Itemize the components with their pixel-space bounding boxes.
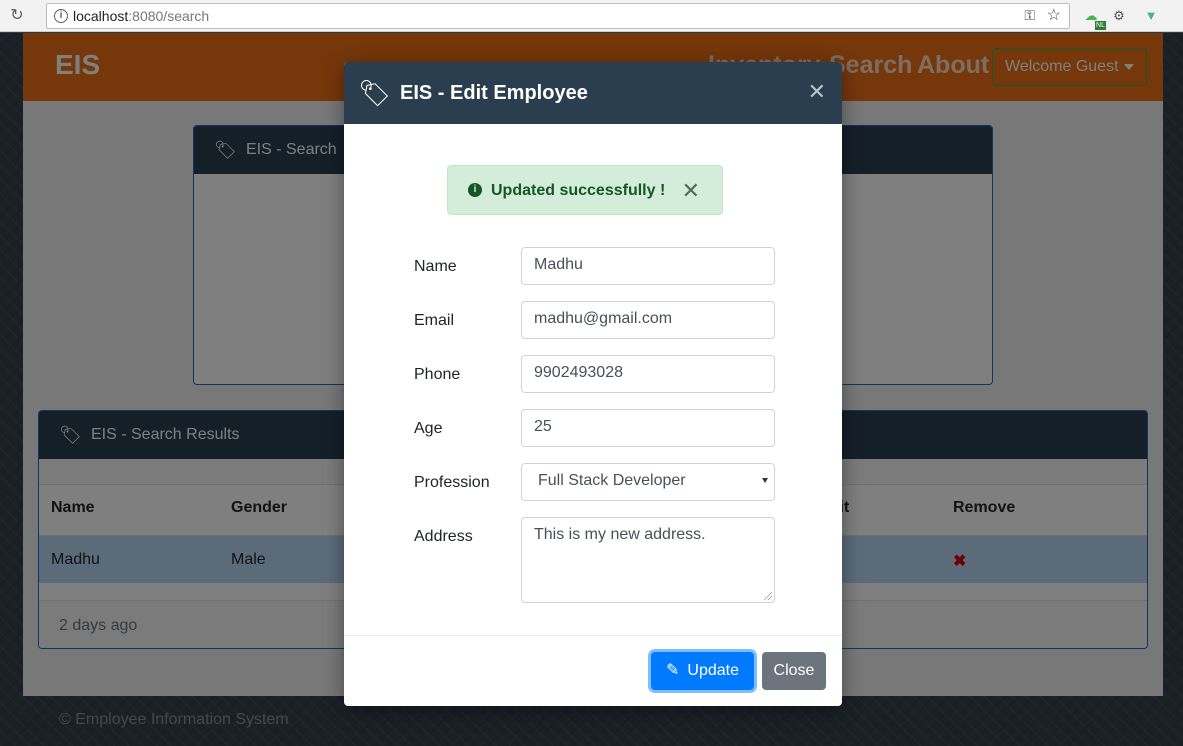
modal-header: 🏷 EIS - Edit Employee ✕	[344, 62, 842, 124]
profession-select[interactable]: Full Stack Developer	[521, 463, 775, 501]
edit-icon: ✎	[666, 662, 680, 679]
info-icon[interactable]: i	[54, 9, 68, 23]
edit-employee-modal: 🏷 EIS - Edit Employee ✕ i Updated succes…	[344, 62, 842, 706]
update-button[interactable]: ✎ Update	[651, 652, 754, 690]
age-label: Age	[414, 420, 443, 437]
success-alert: i Updated successfully ! ✕	[447, 165, 723, 215]
browser-toolbar: ↻ i localhost:8080/search ⚿ ☆ ☁ NL ⚙ ▼	[0, 0, 1183, 32]
profession-selected: Full Stack Developer	[538, 472, 686, 489]
phone-label: Phone	[414, 366, 461, 383]
alert-dismiss-icon[interactable]: ✕	[682, 180, 700, 202]
vue-devtools-icon[interactable]: ▼	[1140, 5, 1162, 27]
modal-footer: ✎ Update Close	[344, 635, 842, 706]
address-text: This is my new address.	[534, 526, 706, 543]
select-arrow-icon	[762, 478, 768, 483]
phone-field[interactable]: 9902493028	[521, 355, 775, 393]
address-bar[interactable]: i localhost:8080/search ⚿ ☆	[46, 3, 1070, 29]
extension-icon[interactable]: ☁ NL	[1080, 5, 1106, 30]
tags-icon: 🏷	[358, 78, 392, 108]
bookmark-star-icon[interactable]: ☆	[1047, 5, 1061, 25]
address-label: Address	[414, 528, 473, 545]
extension-icon-2[interactable]: ⚙	[1108, 5, 1130, 27]
resize-grip-icon[interactable]	[764, 592, 772, 600]
key-icon[interactable]: ⚿	[1024, 7, 1035, 24]
alert-message: Updated successfully !	[491, 182, 666, 199]
email-field[interactable]: madhu@gmail.com	[521, 301, 775, 339]
reload-icon[interactable]: ↻	[4, 3, 30, 29]
modal-close-icon[interactable]: ✕	[808, 81, 826, 103]
close-button[interactable]: Close	[762, 652, 826, 690]
url-text[interactable]: localhost:8080/search	[73, 8, 209, 24]
address-textarea[interactable]: This is my new address.	[521, 517, 775, 603]
age-field[interactable]: 25	[521, 409, 775, 447]
profession-label: Profession	[414, 474, 490, 491]
info-circle-icon: i	[468, 183, 482, 197]
modal-title: EIS - Edit Employee	[400, 82, 588, 104]
email-label: Email	[414, 312, 455, 329]
name-label: Name	[414, 258, 457, 275]
name-field[interactable]: Madhu	[521, 247, 775, 285]
